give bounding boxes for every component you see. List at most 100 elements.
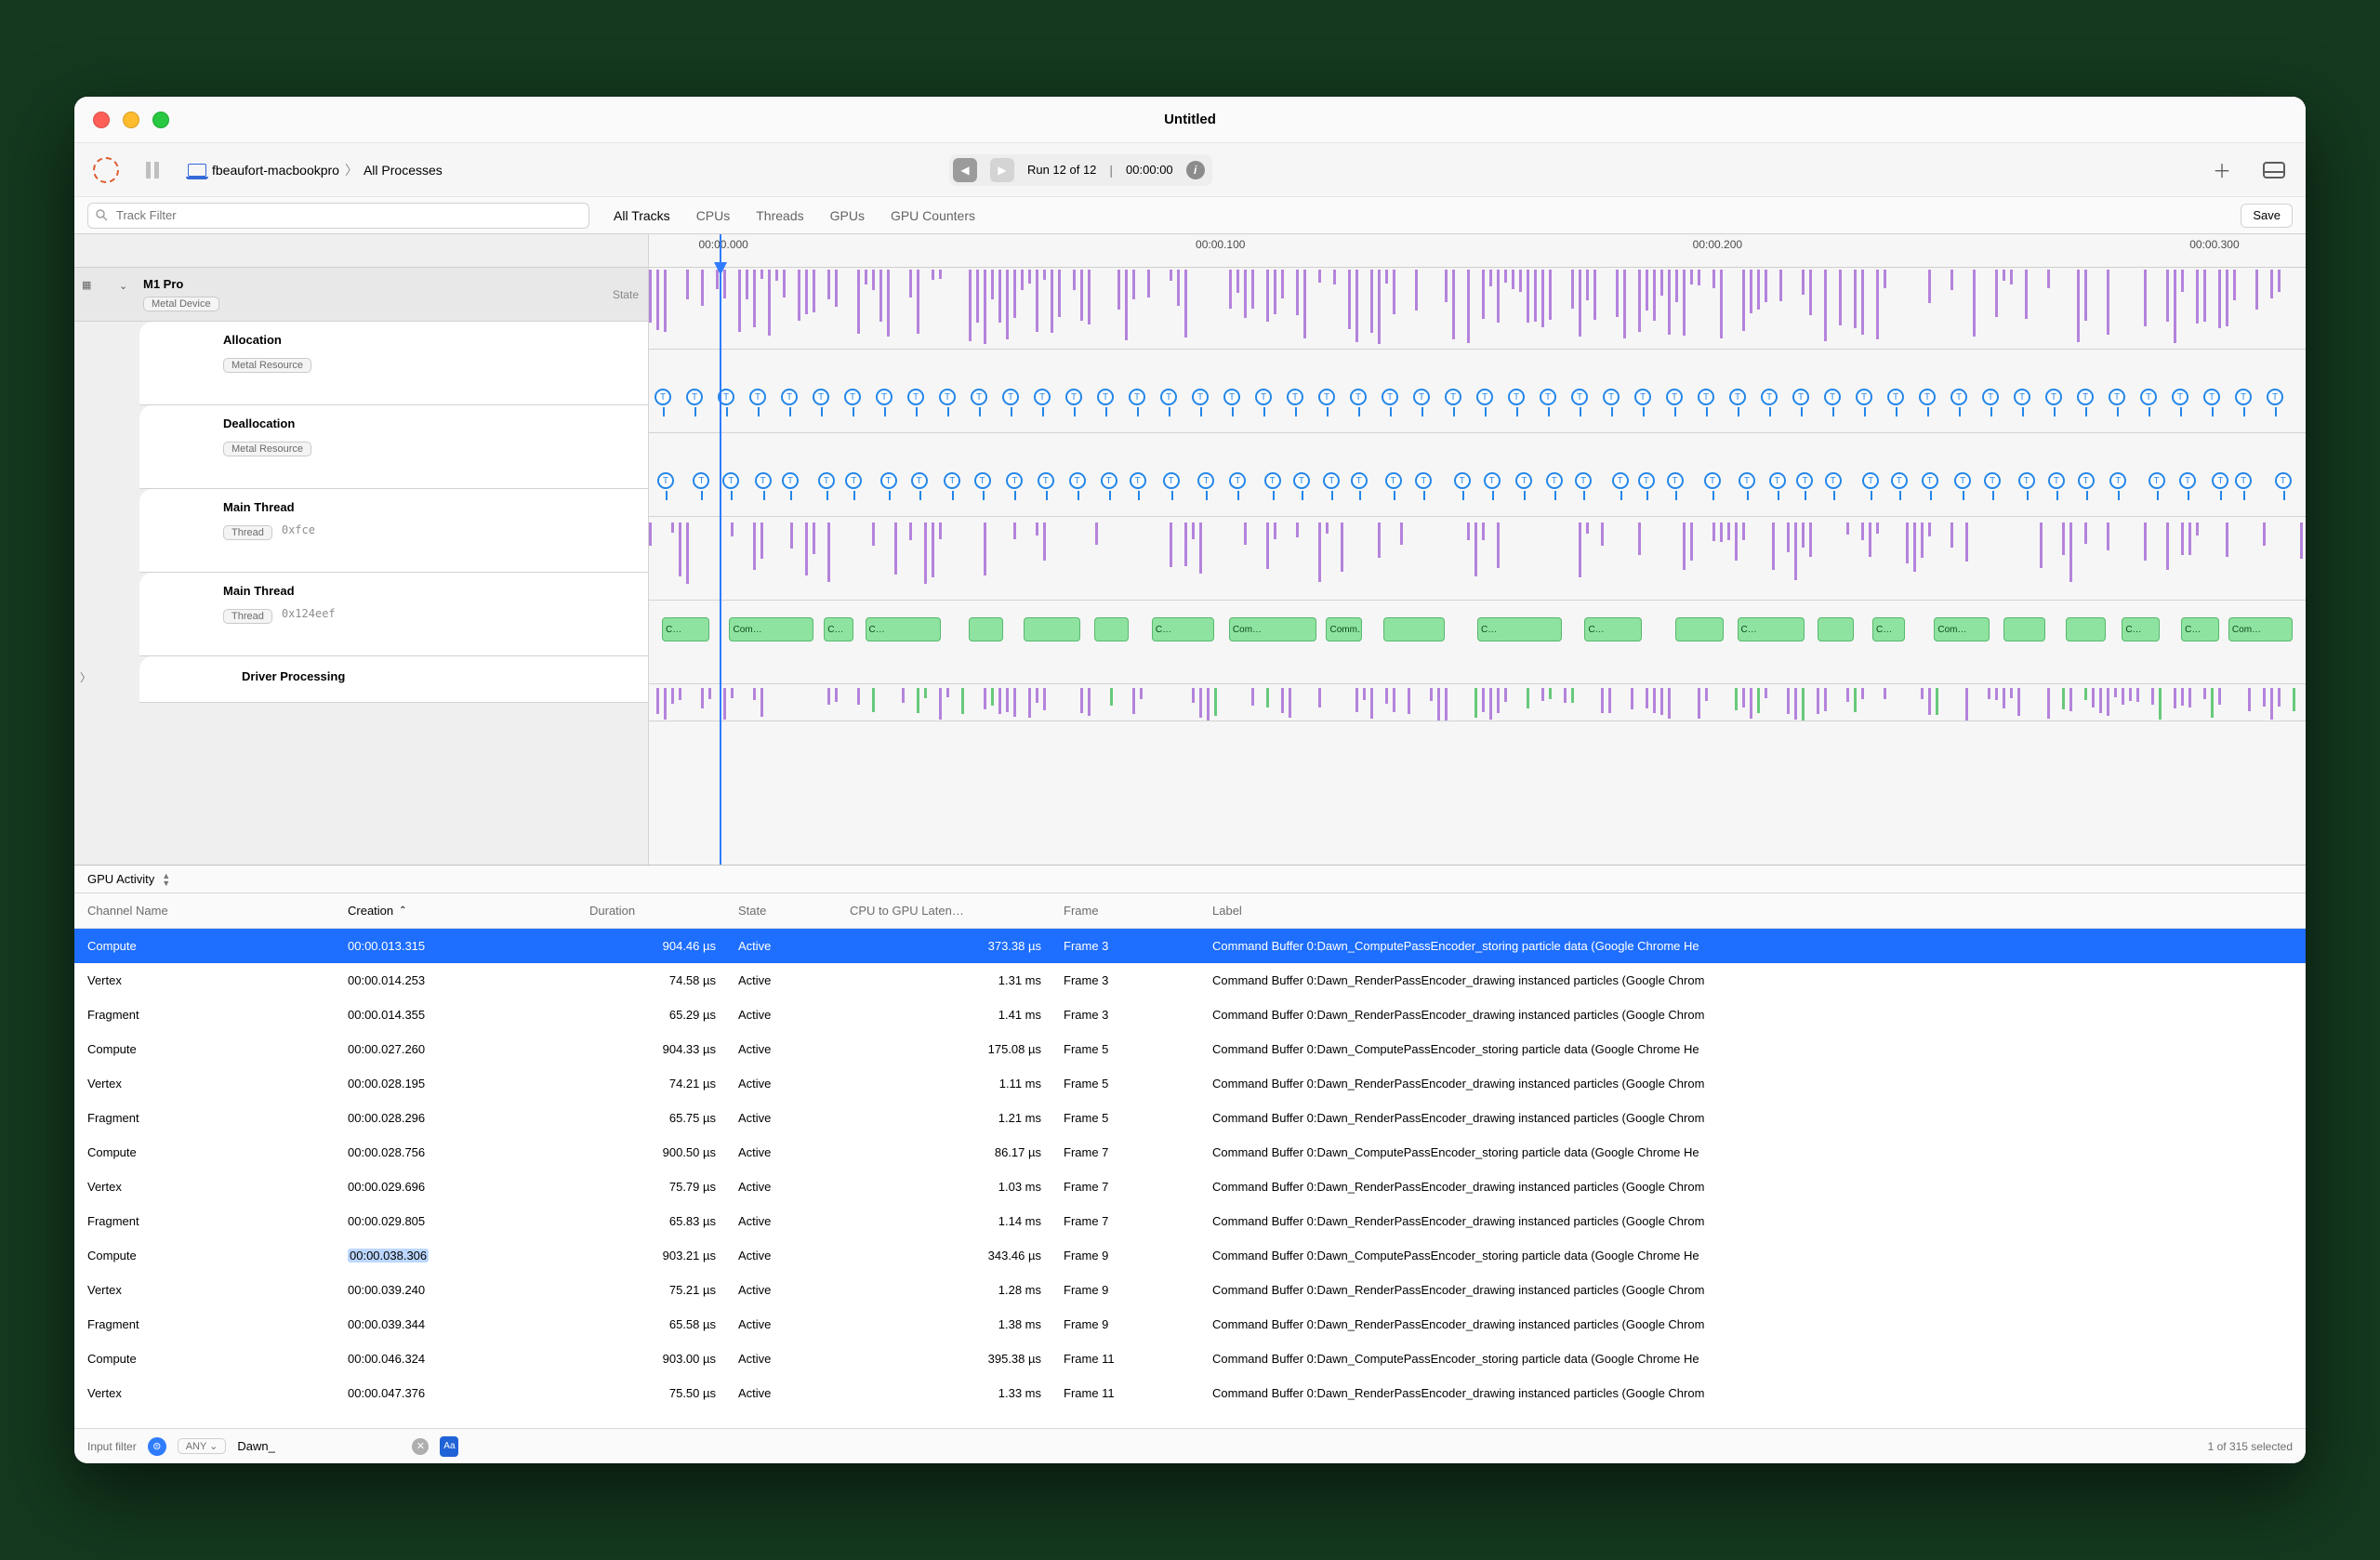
- resource-marker[interactable]: T: [1954, 472, 1971, 489]
- resource-marker[interactable]: T: [2077, 389, 2094, 405]
- gpu-activity-grid[interactable]: Compute 00:00.013.315 904.46 µs Active 3…: [74, 929, 2306, 1428]
- resource-marker[interactable]: T: [1729, 389, 1746, 405]
- target-breadcrumb[interactable]: fbeaufort-macbookpro 〉 All Processes: [188, 161, 443, 179]
- lane-main-thread-a[interactable]: [649, 517, 2306, 601]
- resource-marker[interactable]: T: [1385, 472, 1402, 489]
- table-row[interactable]: Fragment 00:00.039.344 65.58 µs Active 1…: [74, 1307, 2306, 1342]
- table-row[interactable]: Vertex 00:00.039.240 75.21 µs Active 1.2…: [74, 1273, 2306, 1307]
- command-buffer-block[interactable]: Com…: [2228, 617, 2293, 641]
- resource-marker[interactable]: T: [2109, 472, 2126, 489]
- resource-marker[interactable]: T: [722, 472, 739, 489]
- resource-marker[interactable]: T: [818, 472, 835, 489]
- filter-chip-icon[interactable]: ⊜: [148, 1437, 166, 1456]
- resource-marker[interactable]: T: [782, 472, 799, 489]
- table-row[interactable]: Compute 00:00.028.756 900.50 µs Active 8…: [74, 1135, 2306, 1170]
- resource-marker[interactable]: T: [1796, 472, 1813, 489]
- resource-marker[interactable]: T: [2078, 472, 2095, 489]
- command-buffer-block[interactable]: C…: [1872, 617, 1905, 641]
- table-row[interactable]: Fragment 00:00.014.355 65.29 µs Active 1…: [74, 998, 2306, 1032]
- track-tab-threads[interactable]: Threads: [756, 208, 803, 223]
- resource-marker[interactable]: T: [1484, 472, 1501, 489]
- resource-marker[interactable]: T: [781, 389, 798, 405]
- filter-text-input[interactable]: [237, 1439, 401, 1453]
- resource-marker[interactable]: T: [1638, 472, 1655, 489]
- resource-marker[interactable]: T: [2235, 389, 2252, 405]
- resource-marker[interactable]: T: [1192, 389, 1209, 405]
- record-button[interactable]: [91, 155, 121, 185]
- resource-marker[interactable]: T: [1255, 389, 1272, 405]
- resource-marker[interactable]: T: [2048, 472, 2065, 489]
- command-buffer-block[interactable]: C…: [1152, 617, 1214, 641]
- command-buffer-block[interactable]: C…: [824, 617, 853, 641]
- resource-marker[interactable]: T: [1476, 389, 1493, 405]
- resource-marker[interactable]: T: [1197, 472, 1214, 489]
- resource-marker[interactable]: T: [1163, 472, 1180, 489]
- resource-marker[interactable]: T: [971, 389, 987, 405]
- resource-marker[interactable]: T: [1069, 472, 1086, 489]
- resource-marker[interactable]: T: [1160, 389, 1177, 405]
- command-buffer-block[interactable]: C…: [2122, 617, 2160, 641]
- resource-marker[interactable]: T: [911, 472, 928, 489]
- resource-marker[interactable]: T: [1229, 472, 1246, 489]
- resource-marker[interactable]: T: [2235, 472, 2252, 489]
- lane-deallocation[interactable]: TTTTTTTTTTTTTTTTTTTTTTTTTTTTTTTTTTTTTTTT…: [649, 433, 2306, 517]
- resource-marker[interactable]: T: [2045, 389, 2062, 405]
- table-row[interactable]: Compute 00:00.013.315 904.46 µs Active 3…: [74, 929, 2306, 963]
- command-buffer-block[interactable]: C…: [1738, 617, 1805, 641]
- resource-marker[interactable]: T: [1739, 472, 1755, 489]
- table-row[interactable]: Compute 00:00.027.260 904.33 µs Active 1…: [74, 1032, 2306, 1066]
- track-row-driver-processing[interactable]: 〉Driver Processing: [139, 656, 648, 703]
- command-buffer-block[interactable]: Com…: [729, 617, 813, 641]
- command-buffer-block[interactable]: [1383, 617, 1445, 641]
- command-buffer-block[interactable]: C…: [1477, 617, 1562, 641]
- lane-main-thread-b[interactable]: C…Com…C…C…C…Com…Comm…C…C…C…C…Com…C…C…Com…: [649, 601, 2306, 684]
- resource-marker[interactable]: T: [1350, 389, 1367, 405]
- resource-marker[interactable]: T: [939, 389, 956, 405]
- resource-marker[interactable]: T: [1769, 472, 1786, 489]
- lane-allocation[interactable]: TTTTTTTTTTTTTTTTTTTTTTTTTTTTTTTTTTTTTTTT…: [649, 350, 2306, 433]
- table-row[interactable]: Compute 00:00.046.324 903.00 µs Active 3…: [74, 1342, 2306, 1376]
- resource-marker[interactable]: T: [2172, 389, 2188, 405]
- resource-marker[interactable]: T: [1792, 389, 1809, 405]
- table-row[interactable]: Vertex 00:00.029.696 75.79 µs Active 1.0…: [74, 1170, 2306, 1204]
- resource-marker[interactable]: T: [1129, 389, 1145, 405]
- prev-run-button[interactable]: ◀: [953, 158, 977, 182]
- resource-marker[interactable]: T: [1891, 472, 1908, 489]
- command-buffer-block[interactable]: [1024, 617, 1081, 641]
- resource-marker[interactable]: T: [1612, 472, 1629, 489]
- command-buffer-block[interactable]: C…: [866, 617, 942, 641]
- command-buffer-block[interactable]: Com…: [1934, 617, 1990, 641]
- resource-marker[interactable]: T: [1761, 389, 1778, 405]
- resource-marker[interactable]: T: [1666, 389, 1683, 405]
- resource-marker[interactable]: T: [1002, 389, 1019, 405]
- add-button[interactable]: ＋: [2207, 155, 2237, 185]
- resource-marker[interactable]: T: [1887, 389, 1904, 405]
- command-buffer-block[interactable]: [2003, 617, 2046, 641]
- track-row-main-thread-3[interactable]: Main Thread Thread 0x124eef: [139, 573, 648, 656]
- resource-marker[interactable]: T: [1540, 389, 1556, 405]
- command-buffer-block[interactable]: Comm…: [1326, 617, 1361, 641]
- resource-marker[interactable]: T: [1006, 472, 1023, 489]
- command-buffer-block[interactable]: C…: [662, 617, 709, 641]
- resource-marker[interactable]: T: [1034, 389, 1051, 405]
- resource-marker[interactable]: T: [749, 389, 766, 405]
- resource-marker[interactable]: T: [657, 472, 674, 489]
- column-header[interactable]: Creation ⌃: [348, 904, 589, 918]
- track-filter-input[interactable]: [87, 203, 589, 229]
- filter-any-dropdown[interactable]: ANY ⌄: [178, 1438, 227, 1454]
- table-row[interactable]: Fragment 00:00.029.805 65.83 µs Active 1…: [74, 1204, 2306, 1238]
- resource-marker[interactable]: T: [1318, 389, 1335, 405]
- resource-marker[interactable]: T: [1351, 472, 1368, 489]
- table-row[interactable]: Vertex 00:00.028.195 74.21 µs Active 1.1…: [74, 1066, 2306, 1101]
- pause-button[interactable]: [139, 155, 169, 185]
- lane-state[interactable]: [649, 268, 2306, 350]
- resource-marker[interactable]: T: [2018, 472, 2035, 489]
- track-tab-gpus[interactable]: GPUs: [830, 208, 865, 223]
- table-row[interactable]: Compute 00:00.038.306 903.21 µs Active 3…: [74, 1238, 2306, 1273]
- resource-marker[interactable]: T: [1575, 472, 1592, 489]
- resource-marker[interactable]: T: [654, 389, 671, 405]
- resource-marker[interactable]: T: [1698, 389, 1714, 405]
- resource-marker[interactable]: T: [1824, 389, 1841, 405]
- resource-marker[interactable]: T: [2179, 472, 2196, 489]
- case-toggle[interactable]: Aa: [440, 1436, 458, 1457]
